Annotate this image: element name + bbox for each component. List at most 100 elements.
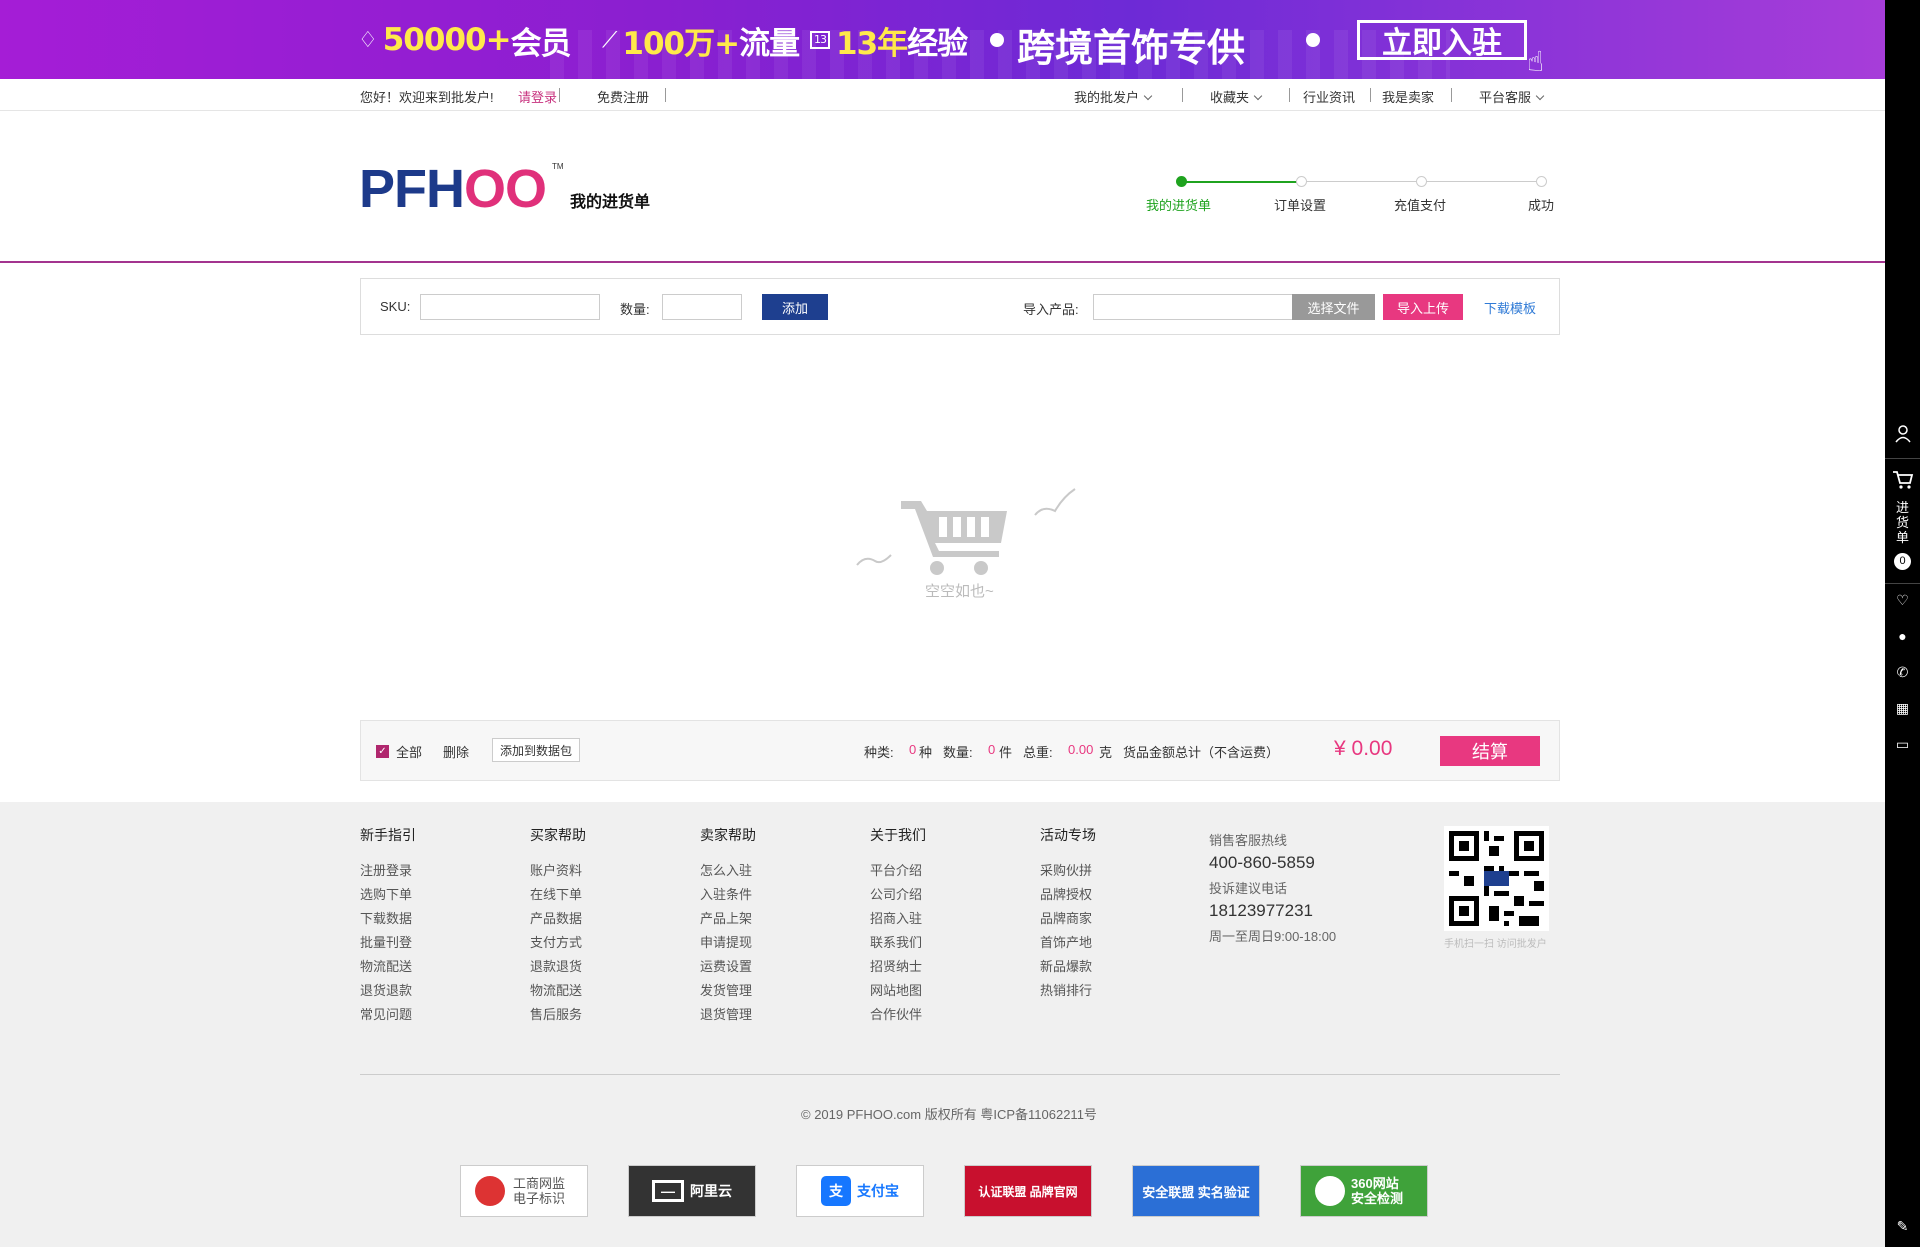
step-label-order: 订单设置 bbox=[1274, 198, 1327, 213]
nav-divider bbox=[1451, 88, 1452, 102]
copyright-text: © 2019 PFHOO.com 版权所有 粤ICP备11062211号 bbox=[801, 1107, 1097, 1122]
empty-cart-text: 空空如也~ bbox=[925, 583, 994, 600]
footer-link[interactable]: 网站地图 bbox=[870, 980, 922, 999]
footer-link[interactable]: 联系我们 bbox=[870, 932, 922, 951]
footer-link[interactable]: 支付方式 bbox=[530, 932, 582, 951]
footer-link[interactable]: 运费设置 bbox=[700, 956, 752, 975]
favorites-menu[interactable]: 收藏夹 bbox=[1210, 87, 1263, 106]
footer-link[interactable]: 退货管理 bbox=[700, 1004, 752, 1023]
rail-cart-label[interactable]: 进货单 bbox=[1885, 500, 1920, 545]
footer-link[interactable]: 首饰产地 bbox=[1040, 932, 1092, 951]
footer-link[interactable]: 入驻条件 bbox=[700, 884, 752, 903]
badge-label: 认证联盟 品牌官网 bbox=[978, 1184, 1078, 1199]
download-template-link[interactable]: 下载模板 bbox=[1484, 298, 1536, 317]
footer-link[interactable]: 招商入驻 bbox=[870, 908, 922, 927]
qty-value: 0 bbox=[988, 742, 996, 757]
footer-link[interactable]: 物流配送 bbox=[360, 956, 412, 975]
footer-link[interactable]: 物流配送 bbox=[530, 980, 582, 999]
logo[interactable]: PFHOO bbox=[359, 162, 547, 216]
footer-link[interactable]: 发货管理 bbox=[700, 980, 752, 999]
qr-code-icon[interactable]: ▦ bbox=[1885, 700, 1920, 717]
nav-divider bbox=[559, 88, 560, 102]
nav-divider bbox=[1289, 88, 1290, 102]
edit-feedback-icon[interactable]: ✎ bbox=[1885, 1218, 1920, 1235]
footer-link[interactable]: 退货退款 bbox=[360, 980, 412, 999]
weight-label: 总重: bbox=[1023, 745, 1053, 760]
footer-link[interactable]: 怎么入驻 bbox=[700, 860, 752, 879]
add-to-pack-button[interactable]: 添加到数据包 bbox=[492, 738, 580, 762]
industry-news-link[interactable]: 行业资讯 bbox=[1303, 87, 1355, 106]
footer-link[interactable]: 品牌商家 bbox=[1040, 908, 1092, 927]
footer-link[interactable]: 合作伙伴 bbox=[870, 1004, 922, 1023]
choose-file-button[interactable]: 选择文件 bbox=[1292, 294, 1375, 320]
chevron-down-icon bbox=[1143, 91, 1153, 101]
join-now-button[interactable]: 立即入驻 bbox=[1357, 20, 1527, 61]
step-dot-cart bbox=[1176, 176, 1187, 187]
badge-label: 工商网监 电子标识 bbox=[513, 1176, 566, 1206]
badge-brand-official[interactable]: 认证联盟 品牌官网 bbox=[964, 1165, 1092, 1217]
footer-link[interactable]: 品牌授权 bbox=[1040, 884, 1092, 903]
login-link[interactable]: 请登录 bbox=[518, 87, 557, 106]
footer-link[interactable]: 选购下单 bbox=[360, 884, 412, 903]
quantity-label: 数量: bbox=[620, 302, 650, 317]
select-all-checkbox[interactable]: ✓ bbox=[376, 745, 389, 758]
progress-line-done bbox=[1181, 181, 1302, 183]
footer-link[interactable]: 账户资料 bbox=[530, 860, 582, 879]
step-label-pay: 充值支付 bbox=[1394, 198, 1447, 213]
select-all-label[interactable]: 全部 bbox=[396, 742, 422, 761]
import-file-input[interactable] bbox=[1093, 294, 1293, 320]
qty-label: 数量: bbox=[943, 745, 973, 760]
badge-real-name[interactable]: 安全联盟 实名验证 bbox=[1132, 1165, 1260, 1217]
page-title: 我的进货单 bbox=[570, 194, 651, 211]
banner-dot bbox=[1306, 33, 1320, 47]
import-upload-button[interactable]: 导入上传 bbox=[1383, 294, 1463, 320]
footer-link[interactable]: 招贤纳士 bbox=[870, 956, 922, 975]
user-icon[interactable] bbox=[1885, 425, 1920, 446]
chevron-down-icon bbox=[1253, 91, 1263, 101]
footer-link[interactable]: 注册登录 bbox=[360, 860, 412, 879]
seller-link[interactable]: 我是卖家 bbox=[1382, 87, 1434, 106]
banner-traffic-label: 流量 bbox=[739, 25, 800, 62]
footer-link[interactable]: 退款退货 bbox=[530, 956, 582, 975]
ticket-icon[interactable]: ▭ bbox=[1885, 736, 1920, 753]
badge-360-safe[interactable]: 360网站 安全检测 bbox=[1300, 1165, 1428, 1217]
footer-link[interactable]: 在线下单 bbox=[530, 884, 582, 903]
banner-traffic-num: 100万+ bbox=[622, 25, 740, 62]
footer-link[interactable]: 热销排行 bbox=[1040, 980, 1092, 999]
footer-link[interactable]: 批量刊登 bbox=[360, 932, 412, 951]
footer-link[interactable]: 售后服务 bbox=[530, 1004, 582, 1023]
delete-link[interactable]: 删除 bbox=[443, 742, 469, 761]
promo-banner[interactable]: ♢ 50000+ 会员 ⟋ 100万+ 流量 13 13年 经验 跨境首饰专供 立即入… bbox=[0, 0, 1885, 79]
cart-icon[interactable] bbox=[1885, 470, 1920, 493]
badge-alipay[interactable]: 支 支付宝 bbox=[796, 1165, 924, 1217]
sku-input[interactable] bbox=[420, 294, 600, 320]
quantity-input[interactable] bbox=[662, 294, 742, 320]
footer-link[interactable]: 产品上架 bbox=[700, 908, 752, 927]
badge-label: 安全联盟 实名验证 bbox=[1142, 1184, 1250, 1200]
logo-trademark: TM bbox=[552, 162, 564, 171]
service-label: 平台客服 bbox=[1479, 90, 1532, 105]
footer-link[interactable]: 平台介绍 bbox=[870, 860, 922, 879]
banner-years-num: 13年 bbox=[836, 25, 908, 62]
register-link[interactable]: 免费注册 bbox=[597, 87, 649, 106]
add-button[interactable]: 添加 bbox=[762, 294, 828, 320]
badge-icp-monitor[interactable]: 工商网监 电子标识 bbox=[460, 1165, 588, 1217]
footer-link[interactable]: 下载数据 bbox=[360, 908, 412, 927]
footer-link[interactable]: 公司介绍 bbox=[870, 884, 922, 903]
footer-link[interactable]: 申请提现 bbox=[700, 932, 752, 951]
footer-link[interactable]: 新品爆款 bbox=[1040, 956, 1092, 975]
heart-icon[interactable]: ♡ bbox=[1885, 592, 1920, 609]
my-account-menu[interactable]: 我的批发户 bbox=[1074, 87, 1153, 106]
qq-icon[interactable]: ● bbox=[1885, 628, 1920, 644]
footer-link[interactable]: 产品数据 bbox=[530, 908, 582, 927]
nav-divider bbox=[665, 88, 666, 102]
badge-aliyun[interactable]: — 阿里云 bbox=[628, 1165, 756, 1217]
footer-link[interactable]: 常见问题 bbox=[360, 1004, 412, 1023]
footer-link[interactable]: 采购伙拼 bbox=[1040, 860, 1092, 879]
service-menu[interactable]: 平台客服 bbox=[1479, 87, 1545, 106]
checkout-button[interactable]: 结算 bbox=[1440, 736, 1540, 766]
service-hours: 周一至周日9:00-18:00 bbox=[1209, 929, 1337, 944]
calendar-icon: 13 bbox=[810, 31, 830, 49]
phone-icon[interactable]: ✆ bbox=[1885, 664, 1920, 681]
complaint-label: 投诉建议电话 bbox=[1209, 881, 1288, 896]
